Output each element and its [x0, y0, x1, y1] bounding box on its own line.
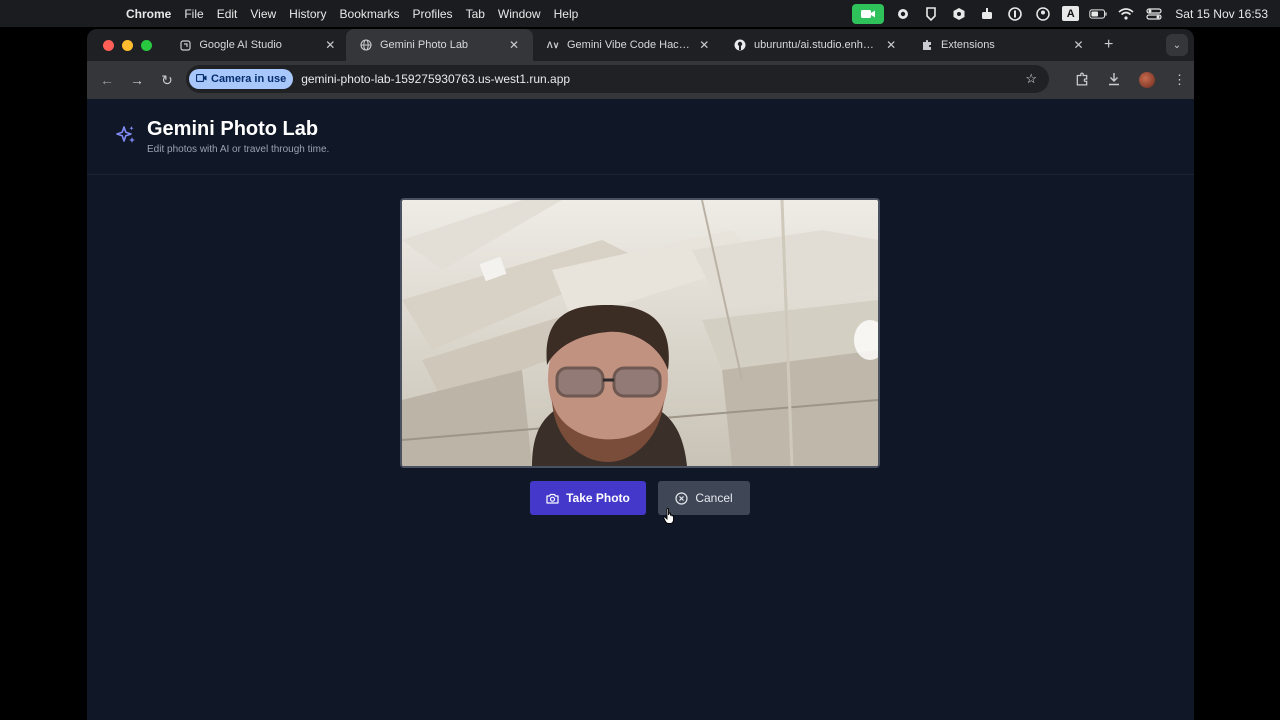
- menu-profiles[interactable]: Profiles: [413, 7, 453, 21]
- battery-icon[interactable]: [1089, 6, 1107, 22]
- tab-title: Google AI Studio: [199, 39, 282, 51]
- menu-file[interactable]: File: [184, 7, 203, 21]
- menu-bookmarks[interactable]: Bookmarks: [340, 7, 400, 21]
- close-window-button[interactable]: [103, 39, 114, 51]
- tab-extensions[interactable]: Extensions ✕: [907, 29, 1094, 61]
- app-page: Gemini Photo Lab Edit photos with AI or …: [87, 99, 1194, 720]
- menu-app-chrome[interactable]: Chrome: [126, 7, 171, 21]
- take-photo-label: Take Photo: [566, 491, 630, 505]
- globe-icon: [360, 39, 372, 51]
- tab-gemini-vibe-code-hackathon[interactable]: Λ∨ Gemini Vibe Code Hackathon ✕: [533, 29, 720, 61]
- back-button[interactable]: ←: [97, 72, 117, 88]
- puzzle-icon: [921, 39, 933, 51]
- tab-gemini-photo-lab[interactable]: Gemini Photo Lab ✕: [346, 29, 533, 61]
- tab-google-ai-studio[interactable]: Google AI Studio ✕: [166, 29, 346, 61]
- more-menu-icon[interactable]: ⋮: [1173, 72, 1186, 88]
- input-a-icon[interactable]: A: [1062, 6, 1080, 21]
- tab-close-icon[interactable]: ✕: [325, 38, 336, 52]
- forward-button[interactable]: →: [127, 72, 147, 88]
- tab-search-chevron-icon[interactable]: ⌄: [1166, 34, 1188, 56]
- ai-studio-icon: [180, 39, 191, 51]
- browser-window: Google AI Studio ✕ Gemini Photo Lab ✕ Λ∨…: [87, 29, 1194, 720]
- menu-bar-clock[interactable]: Sat 15 Nov 16:53: [1175, 7, 1268, 21]
- profile-avatar[interactable]: [1139, 72, 1155, 88]
- menu-edit[interactable]: Edit: [217, 7, 238, 21]
- record-icon[interactable]: [894, 6, 912, 22]
- 1password-icon[interactable]: [1006, 6, 1024, 22]
- shield-icon[interactable]: [922, 6, 940, 22]
- tab-title: Extensions: [941, 39, 995, 51]
- menu-history[interactable]: History: [289, 7, 326, 21]
- menu-tab[interactable]: Tab: [466, 7, 485, 21]
- page-title: Gemini Photo Lab: [147, 118, 319, 140]
- camera-icon: [546, 493, 559, 504]
- new-tab-button[interactable]: +: [1104, 36, 1113, 54]
- camera-active-icon[interactable]: [852, 3, 885, 24]
- window-controls: [103, 39, 152, 51]
- tab-github-ai-studio-enhancer[interactable]: uburuntu/ai.studio.enhancer ✕: [720, 29, 907, 61]
- hand-pointer-cursor-icon: [663, 508, 674, 524]
- toolbar-actions: ⋮: [1057, 61, 1186, 99]
- status-area: A Sat 15 Nov 16:53: [852, 0, 1280, 27]
- camera-chip-label: Camera in use: [211, 73, 287, 85]
- user-circle-icon[interactable]: [1034, 6, 1052, 22]
- tab-close-icon[interactable]: ✕: [1073, 38, 1084, 52]
- address-bar[interactable]: Camera in use gemini-photo-lab-159275930…: [186, 65, 1049, 93]
- app-header: Gemini Photo Lab Edit photos with AI or …: [87, 99, 1194, 175]
- tab-close-icon[interactable]: ✕: [699, 38, 710, 52]
- x-circle-icon: [675, 491, 688, 505]
- menu-window[interactable]: Window: [498, 7, 541, 21]
- camera-actions: Take Photo Cancel: [530, 481, 750, 515]
- control-center-icon[interactable]: [1145, 6, 1163, 22]
- page-subtitle: Edit photos with AI or travel through ti…: [147, 144, 330, 155]
- av-icon: Λ∨: [546, 39, 560, 50]
- camera-icon: [195, 73, 207, 84]
- bot-icon[interactable]: [978, 6, 996, 22]
- browser-toolbar: ← → ↻ Camera in use gemini-photo-lab-159…: [87, 61, 1194, 99]
- tab-title: Gemini Photo Lab: [380, 39, 469, 51]
- menu-view[interactable]: View: [250, 7, 276, 21]
- tab-close-icon[interactable]: ✕: [508, 38, 520, 52]
- cancel-label: Cancel: [695, 491, 733, 505]
- tab-title: Gemini Vibe Code Hackathon: [567, 39, 691, 51]
- bookmark-star-icon[interactable]: ☆: [1025, 71, 1037, 87]
- hexagon-icon[interactable]: [950, 6, 968, 22]
- camera-feed-image: [402, 200, 878, 466]
- tab-title: uburuntu/ai.studio.enhancer: [754, 39, 878, 51]
- menu-help[interactable]: Help: [554, 7, 579, 21]
- reload-button[interactable]: ↻: [157, 72, 177, 89]
- tab-close-icon[interactable]: ✕: [885, 38, 897, 52]
- downloads-icon[interactable]: [1107, 72, 1121, 89]
- extensions-puzzle-icon[interactable]: [1075, 72, 1089, 89]
- zoom-window-button[interactable]: [141, 39, 152, 51]
- wifi-icon[interactable]: [1117, 6, 1135, 22]
- take-photo-button[interactable]: Take Photo: [530, 481, 646, 515]
- tab-strip: Google AI Studio ✕ Gemini Photo Lab ✕ Λ∨…: [87, 29, 1194, 61]
- camera-in-use-chip[interactable]: Camera in use: [189, 69, 294, 89]
- macos-menu-bar: Chrome File Edit View History Bookmarks …: [0, 0, 1280, 27]
- minimize-window-button[interactable]: [122, 39, 133, 51]
- sparkles-icon: [114, 123, 138, 147]
- github-icon: [734, 39, 746, 51]
- url-text[interactable]: gemini-photo-lab-159275930763.us-west1.r…: [301, 72, 570, 86]
- camera-preview: [400, 198, 880, 468]
